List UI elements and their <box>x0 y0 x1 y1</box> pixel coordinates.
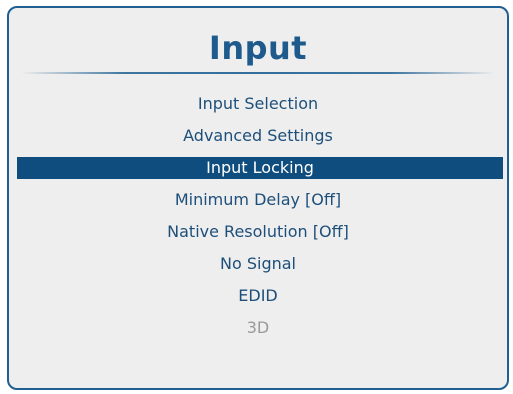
menu-item-no-signal[interactable]: No Signal <box>9 248 507 280</box>
menu-item-input-locking[interactable]: Input Locking <box>17 157 503 179</box>
menu-title: Input <box>208 29 308 67</box>
menu-item-edid[interactable]: EDID <box>9 280 507 312</box>
menu-item-input-selection[interactable]: Input Selection <box>9 88 507 120</box>
title-divider <box>21 72 495 74</box>
menu-item-3d: 3D <box>246 318 270 337</box>
input-menu-panel: Input Input Selection Advanced Settings … <box>7 6 509 390</box>
menu-item-native-resolution[interactable]: Native Resolution [Off] <box>9 216 507 248</box>
menu-list: Input Selection Advanced Settings Input … <box>9 88 507 344</box>
menu-item-advanced-settings[interactable]: Advanced Settings <box>9 120 507 152</box>
menu-item-minimum-delay[interactable]: Minimum Delay [Off] <box>9 184 507 216</box>
